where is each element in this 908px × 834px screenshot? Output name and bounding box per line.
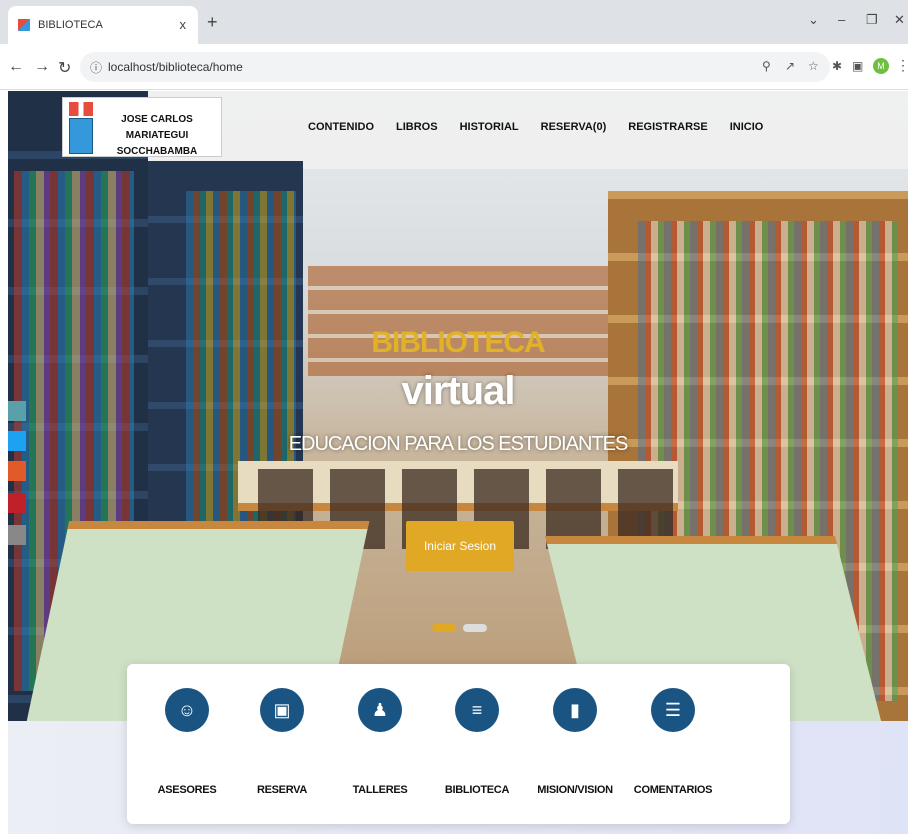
school-name: JOSE CARLOS MARIATEGUI SOCCHABAMBA <box>93 112 221 160</box>
address-bar[interactable]: ⓘ localhost/biblioteca/home <box>80 52 830 82</box>
browser-menu-icon[interactable]: ⋮ <box>896 57 908 74</box>
menu-inicio[interactable]: INICIO <box>730 121 764 133</box>
profile-avatar[interactable]: M <box>873 58 889 74</box>
share-icon[interactable]: ↗ <box>785 59 795 73</box>
browser-toolbar: ← → ↻ ⓘ localhost/biblioteca/home ⚲ ↗ ☆ … <box>0 44 908 90</box>
back-icon[interactable]: ← <box>8 58 24 76</box>
feature-asesores[interactable]: ☺ ASESORES <box>137 688 237 796</box>
advisor-icon: ☺ <box>165 688 209 732</box>
bookmark-star-icon[interactable]: ☆ <box>808 59 819 73</box>
url-text: localhost/biblioteca/home <box>108 60 243 74</box>
comment-icon: ☰ <box>651 688 695 732</box>
school-logo[interactable]: JOSE CARLOS MARIATEGUI SOCCHABAMBA <box>62 97 222 157</box>
menu-reserva[interactable]: RESERVA(0) <box>541 121 607 133</box>
carousel-dot-1[interactable] <box>432 624 456 632</box>
reload-icon[interactable]: ↻ <box>58 58 71 78</box>
menu-libros[interactable]: LIBROS <box>396 121 438 133</box>
tab-close-icon[interactable]: x <box>180 17 187 32</box>
social-strip-5[interactable] <box>8 525 26 545</box>
forward-icon[interactable]: → <box>34 58 50 76</box>
login-button[interactable]: Iniciar Sesion <box>406 521 514 571</box>
browser-tab-bar: BIBLIOTECA x + ⌄ – ❐ ✕ <box>0 0 908 44</box>
feature-mision-vision[interactable]: ▮ MISION/VISION <box>525 688 625 796</box>
hero-title-virtual: virtual <box>401 369 515 413</box>
feature-biblioteca[interactable]: ≡ BIBLIOTECA <box>427 688 527 796</box>
feature-comentarios[interactable]: ☰ COMENTARIOS <box>623 688 723 796</box>
site-info-icon[interactable]: ⓘ <box>90 59 102 76</box>
menu-registrarse[interactable]: REGISTRARSE <box>628 121 707 133</box>
menu-historial[interactable]: HISTORIAL <box>460 121 519 133</box>
feature-label: BIBLIOTECA <box>444 784 510 796</box>
feature-reserva[interactable]: ▣ RESERVA <box>232 688 332 796</box>
zoom-icon[interactable]: ⚲ <box>762 59 771 73</box>
new-tab-button[interactable]: + <box>207 12 218 33</box>
feature-label: MISION/VISION <box>537 784 613 796</box>
graduate-icon: ♟ <box>358 688 402 732</box>
favicon-icon <box>18 19 30 31</box>
close-window-icon[interactable]: ✕ <box>894 12 905 28</box>
minimize-icon[interactable]: – <box>838 12 845 27</box>
social-strip-4[interactable] <box>8 493 26 513</box>
features-panel: ☺ ASESORES ▣ RESERVA ♟ TALLERES ≡ BIBLIO… <box>127 664 790 824</box>
feature-label: COMENTARIOS <box>633 784 713 796</box>
school-name-line1: JOSE CARLOS MARIATEGUI <box>121 114 193 141</box>
school-name-line2: SOCCHABAMBA <box>116 146 198 157</box>
hero-title: BIBLIOTECA <box>371 326 545 359</box>
carousel-dot-2[interactable] <box>463 624 487 632</box>
feature-talleres[interactable]: ♟ TALLERES <box>330 688 430 796</box>
site-navbar: JOSE CARLOS MARIATEGUI SOCCHABAMBA CONTE… <box>48 91 868 169</box>
browser-tab[interactable]: BIBLIOTECA x <box>8 6 198 44</box>
tab-title: BIBLIOTECA <box>38 19 103 31</box>
hero-section: JOSE CARLOS MARIATEGUI SOCCHABAMBA CONTE… <box>8 91 908 721</box>
reserve-screen-icon: ▣ <box>260 688 304 732</box>
books-stack-icon: ≡ <box>455 688 499 732</box>
side-panel-icon[interactable]: ▣ <box>852 59 863 73</box>
feature-label: RESERVA <box>256 784 308 796</box>
social-strip-3[interactable] <box>8 461 26 481</box>
menu-contenido[interactable]: CONTENIDO <box>308 121 374 133</box>
feature-label: ASESORES <box>157 784 217 796</box>
restore-icon[interactable]: ❐ <box>866 12 878 28</box>
feature-label: TALLERES <box>352 784 408 796</box>
school-crest-icon <box>69 102 93 154</box>
extensions-icon[interactable]: ✱ <box>832 59 842 73</box>
main-menu: CONTENIDO LIBROS HISTORIAL RESERVA(0) RE… <box>308 121 785 133</box>
tablet-icon: ▮ <box>553 688 597 732</box>
hero-subtitle: EDUCACION PARA LOS ESTUDIANTES <box>288 433 629 455</box>
tab-list-icon[interactable]: ⌄ <box>808 12 819 28</box>
